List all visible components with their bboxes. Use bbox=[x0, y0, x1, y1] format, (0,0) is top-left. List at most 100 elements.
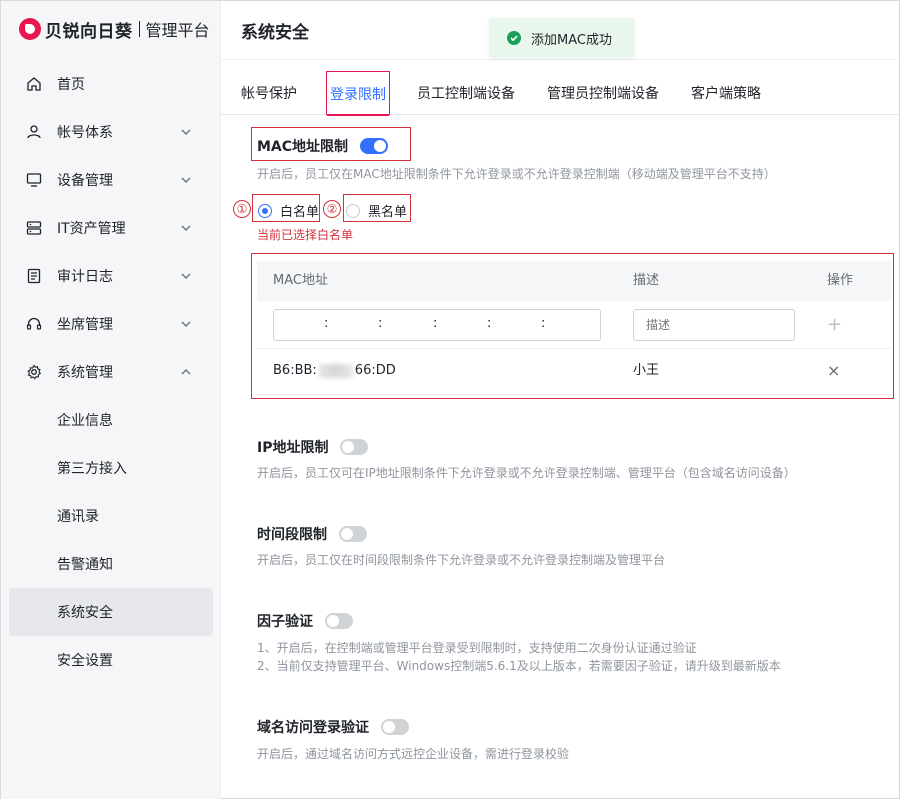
selection-note: 当前已选择白名单 bbox=[257, 228, 354, 242]
mac-section-title: MAC地址限制 bbox=[257, 139, 349, 155]
description-input[interactable] bbox=[633, 309, 795, 341]
sidebar-subitem-alerts[interactable]: 告警通知 bbox=[9, 540, 213, 588]
domain-toggle[interactable] bbox=[381, 719, 409, 735]
ip-description: 开启后，员工仅可在IP地址限制条件下允许登录或不允许登录控制端、管理平台（包含域… bbox=[257, 466, 796, 480]
table-row-input: : : : : : + bbox=[257, 301, 891, 349]
brand-divider bbox=[138, 21, 140, 37]
sidebar-item-label: 设备管理 bbox=[57, 173, 113, 189]
sidebar-subitem-third-party[interactable]: 第三方接入 bbox=[9, 444, 213, 492]
sidebar-subitem-contacts[interactable]: 通讯录 bbox=[9, 492, 213, 540]
sidebar-item-label: 帐号体系 bbox=[57, 125, 113, 141]
brand-name: 贝锐向日葵 bbox=[45, 21, 133, 42]
ip-section-title: IP地址限制 bbox=[257, 440, 329, 456]
server-icon bbox=[25, 219, 43, 237]
brand-logo[interactable]: 贝锐向日葵 管理平台 bbox=[19, 15, 210, 43]
sidebar-item-audit-log[interactable]: 审计日志 bbox=[9, 252, 213, 300]
sidebar-item-accounts[interactable]: 帐号体系 bbox=[9, 108, 213, 156]
mac-separator: : bbox=[324, 316, 329, 331]
redacted-mask bbox=[318, 363, 353, 378]
factor-toggle[interactable] bbox=[325, 613, 353, 629]
sidebar-item-label: 坐席管理 bbox=[57, 317, 113, 333]
document-icon bbox=[25, 267, 43, 285]
main-content: 系统安全 添加MAC成功 帐号保护 登录限制 员工控制端设备 管理员控制端设备 … bbox=[221, 1, 900, 799]
tab-login-restriction[interactable]: 登录限制 bbox=[326, 71, 390, 116]
blacklist-label: 黑名单 bbox=[368, 205, 408, 220]
monitor-icon bbox=[25, 171, 43, 189]
factor-section: 因子验证 bbox=[257, 611, 353, 631]
whitelist-label: 白名单 bbox=[280, 205, 320, 220]
domain-description: 开启后，通过域名访问方式远控企业设备，需进行登录校验 bbox=[257, 747, 570, 761]
time-section: 时间段限制 bbox=[257, 524, 367, 544]
mac-separator: : bbox=[378, 316, 383, 331]
delete-icon[interactable]: × bbox=[827, 349, 840, 393]
gear-icon bbox=[25, 363, 43, 381]
mac-section: MAC地址限制 bbox=[257, 136, 389, 156]
table-header: MAC地址 描述 操作 bbox=[257, 261, 891, 301]
annotation-marker-2: ② bbox=[323, 200, 341, 218]
mac-table: MAC地址 描述 操作 : : : : : + B6:BB: 66:DD 小王 × bbox=[257, 261, 891, 395]
mac-suffix: 66:DD bbox=[354, 363, 396, 378]
tab-admin-devices[interactable]: 管理员控制端设备 bbox=[547, 71, 659, 115]
mac-separator: : bbox=[433, 316, 438, 331]
header-divider bbox=[221, 59, 900, 60]
domain-section: 域名访问登录验证 bbox=[257, 717, 409, 737]
headset-icon bbox=[25, 315, 43, 333]
mac-value: B6:BB: 66:DD bbox=[273, 349, 396, 393]
ip-section: IP地址限制 bbox=[257, 437, 369, 457]
chevron-down-icon bbox=[181, 225, 191, 231]
radio-unchecked-icon bbox=[346, 203, 360, 218]
ip-toggle[interactable] bbox=[340, 439, 369, 455]
sidebar-item-home[interactable]: 首页 bbox=[9, 60, 213, 108]
time-section-title: 时间段限制 bbox=[257, 527, 327, 543]
domain-section-title: 域名访问登录验证 bbox=[257, 720, 369, 736]
mac-prefix: B6:BB: bbox=[273, 363, 317, 378]
chevron-up-icon bbox=[181, 369, 191, 375]
tab-account-protection[interactable]: 帐号保护 bbox=[241, 71, 297, 115]
brand-subtitle: 管理平台 bbox=[145, 21, 210, 40]
radio-checked-icon bbox=[258, 203, 272, 218]
sidebar-item-seats[interactable]: 坐席管理 bbox=[9, 300, 213, 348]
sidebar-subitem-system-security[interactable]: 系统安全 bbox=[9, 588, 213, 636]
tab-employee-devices[interactable]: 员工控制端设备 bbox=[417, 71, 515, 115]
mac-description: 开启后，员工仅在MAC地址限制条件下允许登录或不允许登录控制端（移动端及管理平台… bbox=[257, 167, 776, 181]
col-desc: 描述 bbox=[633, 273, 660, 288]
whitelist-radio[interactable]: 白名单 bbox=[258, 201, 319, 220]
add-icon[interactable]: + bbox=[827, 305, 842, 345]
sidebar-item-label: 审计日志 bbox=[57, 269, 113, 285]
sidebar-item-label: IT资产管理 bbox=[57, 221, 126, 237]
chevron-down-icon bbox=[181, 321, 191, 327]
row-description: 小王 bbox=[633, 363, 660, 378]
sunflower-logo-icon bbox=[19, 18, 41, 40]
sidebar-item-label: 系统管理 bbox=[57, 365, 113, 381]
tab-client-policy[interactable]: 客户端策略 bbox=[691, 71, 761, 115]
factor-description-2: 2、当前仅支持管理平台、Windows控制端5.6.1及以上版本，若需要因子验证… bbox=[257, 659, 781, 673]
toast-text: 添加MAC成功 bbox=[531, 32, 612, 48]
col-mac: MAC地址 bbox=[273, 273, 328, 288]
factor-section-title: 因子验证 bbox=[257, 614, 313, 630]
chevron-down-icon bbox=[181, 273, 191, 279]
blacklist-radio[interactable]: 黑名单 bbox=[346, 201, 407, 220]
table-row: B6:BB: 66:DD 小王 × bbox=[257, 349, 891, 395]
factor-description-1: 1、开启后，在控制端或管理平台登录受到限制时，支持使用二次身份认证通过验证 bbox=[257, 641, 697, 655]
sidebar-nav: 首页 帐号体系 设备管理 IT资产管理 审计日志 坐席管理 系统管理 企业信息 … bbox=[9, 60, 213, 684]
time-toggle[interactable] bbox=[339, 526, 367, 542]
chevron-down-icon bbox=[181, 177, 191, 183]
sidebar-item-label: 首页 bbox=[57, 77, 85, 93]
sidebar-item-system[interactable]: 系统管理 bbox=[9, 348, 213, 396]
annotation-marker-1: ① bbox=[233, 200, 251, 218]
tab-bar: 帐号保护 登录限制 员工控制端设备 管理员控制端设备 客户端策略 bbox=[221, 71, 900, 116]
mac-address-input[interactable]: : : : : : bbox=[273, 309, 601, 341]
sidebar-subitem-company-info[interactable]: 企业信息 bbox=[9, 396, 213, 444]
mac-separator: : bbox=[541, 316, 546, 331]
mac-toggle[interactable] bbox=[360, 138, 389, 154]
page-title: 系统安全 bbox=[241, 23, 309, 43]
sidebar-item-it-assets[interactable]: IT资产管理 bbox=[9, 204, 213, 252]
chevron-down-icon bbox=[181, 129, 191, 135]
home-icon bbox=[25, 75, 43, 93]
user-icon bbox=[25, 123, 43, 141]
col-op: 操作 bbox=[827, 273, 854, 288]
sidebar-item-devices[interactable]: 设备管理 bbox=[9, 156, 213, 204]
sidebar: 贝锐向日葵 管理平台 首页 帐号体系 设备管理 IT资产管理 审计日志 坐席管理… bbox=[1, 1, 221, 799]
success-toast: 添加MAC成功 bbox=[489, 18, 635, 58]
sidebar-subitem-security-settings[interactable]: 安全设置 bbox=[9, 636, 213, 684]
